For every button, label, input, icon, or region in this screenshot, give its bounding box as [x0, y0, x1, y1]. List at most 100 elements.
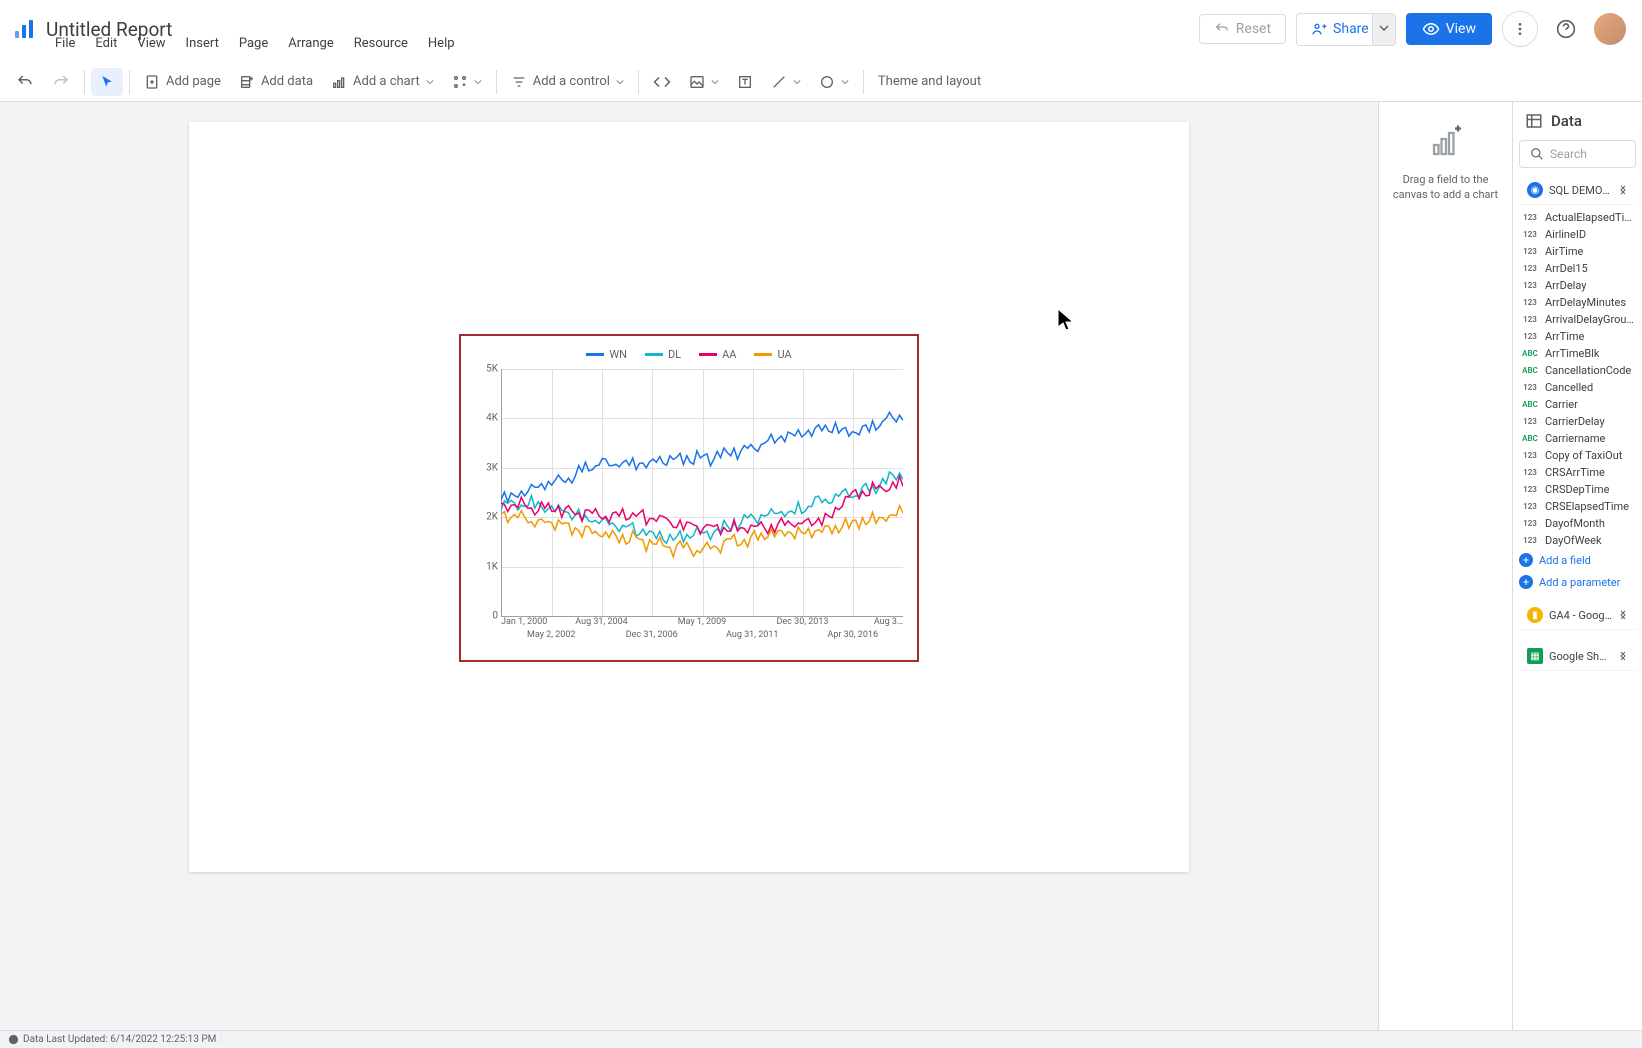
database-add-icon [239, 74, 255, 90]
add-data-button[interactable]: Add data [231, 68, 321, 96]
menu-view[interactable]: View [128, 32, 174, 55]
toolbar: Add page Add data Add a chart Add a cont… [0, 62, 1642, 102]
field-item[interactable]: 123CRSDepTime [1517, 481, 1638, 498]
add-control-button[interactable]: Add a control [503, 68, 632, 96]
redo-button[interactable] [44, 67, 78, 97]
field-item[interactable]: 123AirlineID [1517, 226, 1638, 243]
status-bar: Data Last Updated: 6/14/2022 12:25:13 PM… [0, 1030, 1642, 1048]
legend-item: UA [754, 348, 791, 361]
field-item[interactable]: ABCCarriername [1517, 430, 1638, 447]
bigquery-icon: ◉ [1527, 182, 1543, 198]
code-icon [653, 73, 671, 91]
legend-item: WN [586, 348, 627, 361]
canvas-scroll[interactable]: WN DL AA UA 5K 4K 3K 2K 1K 0 [0, 102, 1378, 1030]
field-item[interactable]: ABCCancellationCode [1517, 362, 1638, 379]
add-chart-button[interactable]: Add a chart [323, 68, 442, 96]
menu-page[interactable]: Page [230, 32, 277, 55]
field-item[interactable]: 123ArrivalDelayGroups [1517, 311, 1638, 328]
chevron-down-icon [1379, 23, 1389, 33]
legend-item: DL [645, 348, 681, 361]
add-control-label: Add a control [533, 74, 610, 89]
menubar: File Edit View Insert Page Arrange Resou… [46, 32, 464, 55]
view-button[interactable]: View [1406, 13, 1492, 45]
chevron-down-icon [474, 78, 482, 86]
datasource-chip-ga4[interactable]: ▮ GA4 - Google Merc… [1519, 601, 1636, 630]
status-text: Data Last Updated: 6/14/2022 12:25:13 PM [23, 1034, 216, 1045]
field-item[interactable]: 123ArrDel15 [1517, 260, 1638, 277]
view-label: View [1446, 21, 1476, 37]
datasource-name: GA4 - Google Merc… [1549, 609, 1612, 622]
legend-item: AA [699, 348, 736, 361]
data-panel-title: Data [1551, 112, 1582, 130]
time-series-chart[interactable]: WN DL AA UA 5K 4K 3K 2K 1K 0 [459, 334, 919, 662]
more-button[interactable] [1502, 11, 1538, 47]
redo-icon [52, 73, 70, 91]
chart-svg [501, 369, 903, 618]
reset-button[interactable]: Reset [1199, 14, 1286, 44]
expand-icon [1618, 185, 1628, 195]
field-item[interactable]: 123CRSArrTime [1517, 464, 1638, 481]
menu-file[interactable]: File [46, 32, 84, 55]
theme-layout-button[interactable]: Theme and layout [870, 68, 989, 95]
main-area: WN DL AA UA 5K 4K 3K 2K 1K 0 [0, 102, 1642, 1030]
select-tool[interactable] [91, 68, 123, 96]
chart-plot-area: 5K 4K 3K 2K 1K 0 [501, 369, 903, 617]
chevron-down-icon [426, 78, 434, 86]
add-field-button[interactable]: +Add a field [1513, 549, 1642, 571]
user-avatar[interactable] [1594, 13, 1626, 45]
datasource-chip[interactable]: ◉ SQL DEMO: faa_fli… [1519, 176, 1636, 205]
undo-button[interactable] [8, 67, 42, 97]
menu-resource[interactable]: Resource [345, 32, 417, 55]
person-add-icon [1311, 21, 1327, 37]
field-item[interactable]: ABCCarrier [1517, 396, 1638, 413]
drop-field-panel[interactable]: Drag a field to the canvas to add a char… [1378, 102, 1512, 1030]
line-icon [771, 74, 787, 90]
field-item[interactable]: 123DayofMonth [1517, 515, 1638, 532]
menu-edit[interactable]: Edit [86, 32, 126, 55]
add-parameter-button[interactable]: +Add a parameter [1513, 571, 1642, 593]
field-item[interactable]: 123ArrTime [1517, 328, 1638, 345]
community-button[interactable] [444, 68, 490, 96]
field-item[interactable]: 123CarrierDelay [1517, 413, 1638, 430]
add-page-button[interactable]: Add page [136, 68, 229, 96]
search-icon [1530, 147, 1544, 161]
undo-icon [1214, 21, 1230, 37]
share-dropdown[interactable] [1372, 13, 1396, 46]
shape-icon [819, 74, 835, 90]
field-item[interactable]: 123ActualElapsedTime [1517, 209, 1638, 226]
menu-arrange[interactable]: Arrange [279, 32, 342, 55]
datasource-chip-sheets[interactable]: ▦ Google Sheets [1519, 642, 1636, 671]
report-canvas[interactable]: WN DL AA UA 5K 4K 3K 2K 1K 0 [189, 122, 1189, 872]
embed-button[interactable] [645, 67, 679, 97]
share-button[interactable]: Share [1296, 13, 1383, 46]
chart-legend: WN DL AA UA [469, 348, 909, 361]
reset-label: Reset [1236, 21, 1271, 37]
field-search[interactable]: Search [1519, 140, 1636, 168]
menu-insert[interactable]: Insert [177, 32, 228, 55]
chevron-down-icon [793, 78, 801, 86]
chart-x-axis: Jan 1, 2000 Aug 31, 2004 May 1, 2009 Dec… [501, 617, 903, 645]
field-item[interactable]: 123DayOfWeek [1517, 532, 1638, 549]
field-item[interactable]: 123CRSElapsedTime [1517, 498, 1638, 515]
field-item[interactable]: 123ArrDelay [1517, 277, 1638, 294]
undo-icon [16, 73, 34, 91]
field-item[interactable]: ABCArrTimeBlk [1517, 345, 1638, 362]
field-item[interactable]: 123AirTime [1517, 243, 1638, 260]
help-icon [1556, 19, 1576, 39]
text-icon [737, 74, 753, 90]
field-item[interactable]: 123Cancelled [1517, 379, 1638, 396]
shape-button[interactable] [811, 68, 857, 96]
sheets-icon: ▦ [1527, 648, 1543, 664]
field-item[interactable]: 123Copy of TaxiOut [1517, 447, 1638, 464]
field-item[interactable]: 123ArrDelayMinutes [1517, 294, 1638, 311]
image-button[interactable] [681, 68, 727, 96]
filter-icon [511, 74, 527, 90]
line-button[interactable] [763, 68, 809, 96]
menu-help[interactable]: Help [419, 32, 464, 55]
image-icon [689, 74, 705, 90]
text-button[interactable] [729, 68, 761, 96]
chart-add-icon [1428, 124, 1464, 160]
field-list[interactable]: 123ActualElapsedTime123AirlineID123AirTi… [1513, 209, 1642, 549]
help-button[interactable] [1548, 11, 1584, 47]
datasource-name: SQL DEMO: faa_fli… [1549, 184, 1612, 197]
